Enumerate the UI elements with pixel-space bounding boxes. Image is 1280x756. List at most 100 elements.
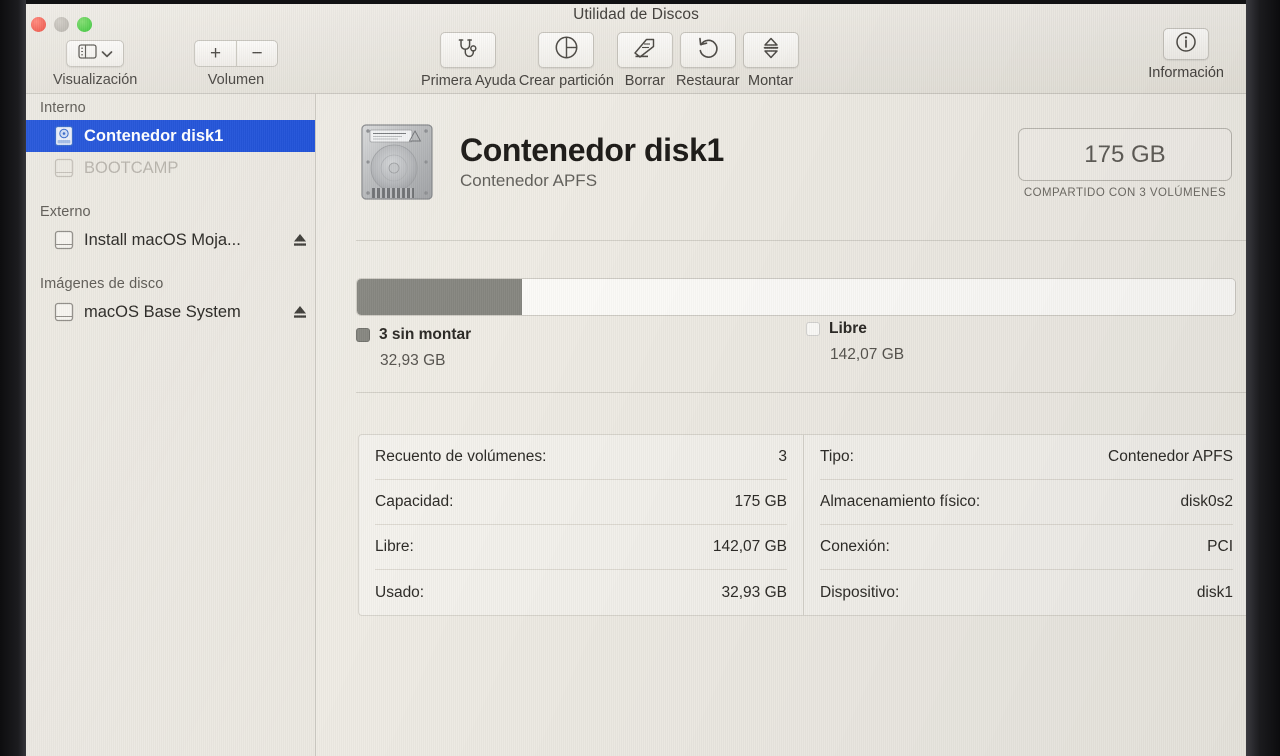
restore-tool[interactable]: Restaurar [676,32,740,89]
info-value: 3 [778,448,787,465]
hard-drive-icon [358,120,436,204]
divider-top [356,240,1246,241]
stethoscope-icon [456,37,480,64]
chevron-down-icon [101,45,113,63]
disk-subtitle: Contenedor APFS [460,171,598,191]
view-control-group: Visualización [53,40,137,88]
add-volume-button[interactable]: + [194,40,236,67]
first-aid-tool[interactable]: Primera Ayuda [421,32,516,89]
table-row: Recuento de volúmenes: 3 [375,435,787,480]
info-key: Tipo: [820,448,854,465]
capacity-badge: 175 GB COMPARTIDO CON 3 VOLÚMENES [1018,128,1232,199]
usage-segment-free [522,279,1235,315]
divider-middle [356,392,1246,393]
legend-label-free: Libre [829,320,867,337]
sidebar-header-externo: Externo [40,204,91,220]
info-key: Recuento de volúmenes: [375,448,547,465]
sidebar-item-contenedor-disk1[interactable]: Contenedor disk1 [26,120,315,152]
disk-info-table: Recuento de volúmenes: 3 Capacidad: 175 … [358,434,1246,616]
mount-eject-icon [760,36,782,65]
toolbar-tools: Primera Ayuda Crear partición Borrar Res… [421,32,799,89]
view-label: Visualización [53,72,138,88]
disk-header: Contenedor disk1 Contenedor APFS [358,120,724,204]
mount-button[interactable] [742,32,799,68]
info-key: Libre: [375,538,414,555]
legend-swatch-unmounted [356,328,370,342]
partition-label: Crear partición [518,73,614,89]
sidebar-layout-icon [78,43,97,64]
maximize-window-button[interactable] [77,17,92,32]
volume-disk-icon [54,157,74,179]
info-key: Almacenamiento físico: [820,493,981,510]
volume-disk-icon [54,229,74,251]
minimize-window-button[interactable] [54,17,69,32]
legend-item-free: Libre 142,07 GB [806,320,904,364]
sidebar-item-label: macOS Base System [84,302,241,321]
table-row: Tipo: Contenedor APFS [820,435,1233,480]
restore-button[interactable] [679,32,736,68]
window-title: Utilidad de Discos [573,6,699,23]
table-row: Capacidad: 175 GB [375,480,787,525]
eject-icon[interactable] [293,232,307,248]
main-content: Contenedor disk1 Contenedor APFS 175 GB … [316,94,1246,756]
disk-title-block: Contenedor disk1 Contenedor APFS [460,131,724,192]
sidebar-item-install-macos-mojave[interactable]: Install macOS Moja... [26,224,315,256]
info-value: Contenedor APFS [1108,448,1233,465]
sidebar-item-label: Contenedor disk1 [84,126,224,145]
info-key: Capacidad: [375,493,454,510]
view-popup-button[interactable] [66,40,125,67]
table-row: Conexión: PCI [820,525,1233,570]
erase-tool[interactable]: Borrar [616,32,673,89]
sidebar-item-label: Install macOS Moja... [84,230,241,249]
partition-tool[interactable]: Crear partición [519,32,614,89]
erase-button[interactable] [616,32,673,68]
traffic-lights [31,17,92,32]
sidebar-item-bootcamp[interactable]: BOOTCAMP [26,152,315,184]
sidebar-header-imagenes: Imágenes de disco [40,276,164,292]
info-button[interactable] [1163,28,1210,60]
partition-button[interactable] [538,32,595,68]
restore-undo-icon [696,36,720,65]
eject-icon[interactable] [293,304,307,320]
page-title: Contenedor disk1 [460,131,724,168]
info-circle-icon [1175,31,1197,58]
mount-tool[interactable]: Montar [742,32,799,89]
mount-label: Montar [748,73,794,89]
info-value: 32,93 GB [721,583,788,601]
erase-label: Borrar [624,73,666,89]
table-row: Usado: 32,93 GB [375,570,787,615]
table-row: Libre: 142,07 GB [375,525,787,570]
info-label: Información [1148,65,1224,81]
legend-value-unmounted: 32,93 GB [380,352,446,369]
usage-legend: 3 sin montar 32,93 GB Libre 142,07 GB [356,320,1236,386]
sidebar-item-label: BOOTCAMP [84,158,179,177]
info-value: 142,07 GB [712,538,787,555]
storage-usage-bar [356,278,1236,316]
first-aid-button[interactable] [440,32,497,68]
legend-value-free: 142,07 GB [830,346,905,363]
close-window-button[interactable] [31,17,46,32]
info-value: disk0s2 [1180,493,1233,510]
info-column-right: Tipo: Contenedor APFS Almacenamiento fís… [804,435,1246,615]
internal-disk-icon [54,125,74,147]
info-value: disk1 [1196,583,1233,601]
first-aid-label: Primera Ayuda [421,73,516,89]
sidebar-group-externo: Externo Install macOS Moja... [26,198,315,256]
info-control-group: Información [1148,28,1224,81]
erase-pencil-icon [632,36,657,64]
remove-volume-button[interactable]: − [236,40,278,67]
table-row: Almacenamiento físico: disk0s2 [820,480,1233,525]
bezel-left [0,0,26,756]
volume-segmented-control: + − [194,40,278,67]
sidebar: Interno Contenedor disk1 BOOTCAMP Extern… [26,94,316,756]
sidebar-item-macos-base-system[interactable]: macOS Base System [26,296,315,328]
toolbar: Utilidad de Discos Visualización + − Vol… [26,4,1246,94]
volume-label: Volumen [207,72,265,88]
info-value: 175 GB [734,493,787,510]
info-key: Conexión: [820,538,890,555]
usage-segment-unmounted [357,279,523,315]
sidebar-group-imagenes-de-disco: Imágenes de disco macOS Base System [26,270,315,328]
capacity-value: 175 GB [1018,128,1232,181]
capacity-caption: COMPARTIDO CON 3 VOLÚMENES [1023,187,1227,199]
info-value: PCI [1207,538,1233,555]
